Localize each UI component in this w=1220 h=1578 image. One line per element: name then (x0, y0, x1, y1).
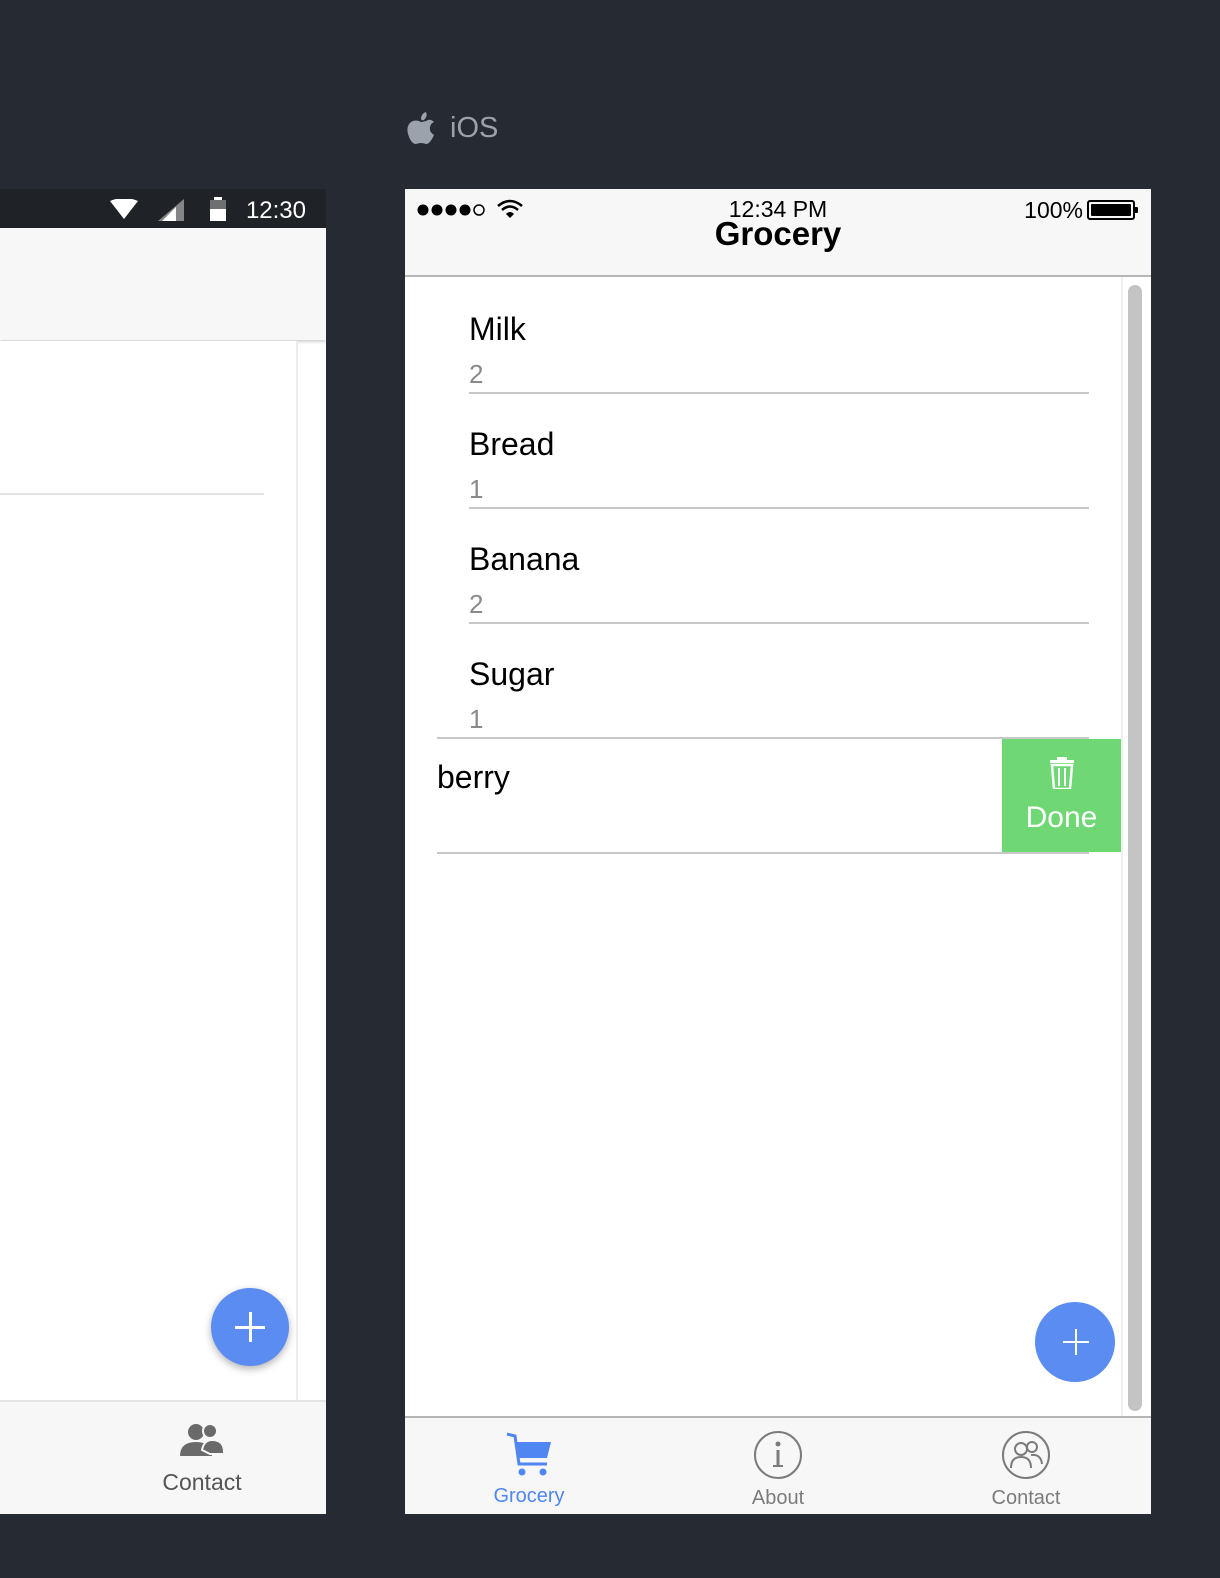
tab-label: About (751, 1487, 805, 1509)
item-quantity: 2 (469, 359, 484, 389)
item-name: Milk (469, 311, 526, 347)
tab-about[interactable]: About (698, 1430, 858, 1510)
list-item[interactable]: Sugar 1 (469, 622, 1089, 739)
add-button[interactable] (1035, 1302, 1115, 1382)
grocery-list: Milk 2 Bread 1 Banana 2 Sugar 1 berry Do… (405, 277, 1121, 1417)
item-name: Bread (469, 426, 555, 462)
item-quantity: 1 (469, 704, 484, 734)
list-divider (0, 493, 264, 495)
trash-icon (1050, 757, 1074, 789)
android-tab-bar: Contact (0, 1400, 326, 1514)
battery-percent: 100% (1024, 197, 1083, 223)
battery-icon (210, 197, 226, 221)
done-label: Done (1025, 801, 1098, 834)
list-item[interactable]: Banana 2 (469, 507, 1089, 624)
apple-icon (407, 112, 434, 144)
android-toolbar (0, 228, 326, 340)
platform-label-text: iOS (450, 112, 499, 144)
item-quantity: 2 (469, 589, 484, 619)
add-button[interactable] (211, 1288, 289, 1366)
tab-contact[interactable]: Contact (150, 1422, 254, 1496)
android-scroll-rail (296, 341, 298, 1514)
list-item[interactable]: Milk 2 (469, 277, 1089, 394)
tab-contact[interactable]: Contact (946, 1430, 1106, 1510)
cart-icon (506, 1432, 551, 1476)
status-time: 12:30 (245, 197, 306, 224)
ios-nav-bar: 12:34 PM Grocery 100% (405, 189, 1151, 277)
tab-label: Grocery (493, 1485, 565, 1507)
scrollbar-thumb[interactable] (1128, 285, 1142, 1411)
item-name: Sugar (469, 656, 555, 692)
tab-label: Contact (162, 1469, 242, 1495)
wifi-icon (110, 199, 138, 219)
contacts-icon (1002, 1431, 1050, 1479)
done-button[interactable]: Done (1002, 739, 1121, 852)
contacts-icon (180, 1423, 225, 1456)
battery-icon (1087, 200, 1138, 220)
item-name: Banana (469, 541, 580, 577)
ios-tab-bar: Grocery About Contact (405, 1416, 1151, 1514)
ios-device: 12:34 PM Grocery 100% Milk 2 Bread 1 Ban… (405, 189, 1151, 1514)
signal-icon (158, 199, 184, 221)
item-name: berry (437, 759, 510, 795)
item-quantity: 1 (469, 474, 484, 504)
info-icon (754, 1431, 802, 1479)
tab-grocery[interactable]: Grocery (449, 1430, 609, 1508)
tab-label: Contact (991, 1487, 1061, 1509)
list-item-swiped[interactable]: berry Done (437, 737, 1121, 854)
list-item[interactable]: Bread 1 (469, 392, 1089, 509)
android-device: 12:30 Contact (0, 189, 326, 1514)
android-status-bar: 12:30 (0, 189, 326, 228)
